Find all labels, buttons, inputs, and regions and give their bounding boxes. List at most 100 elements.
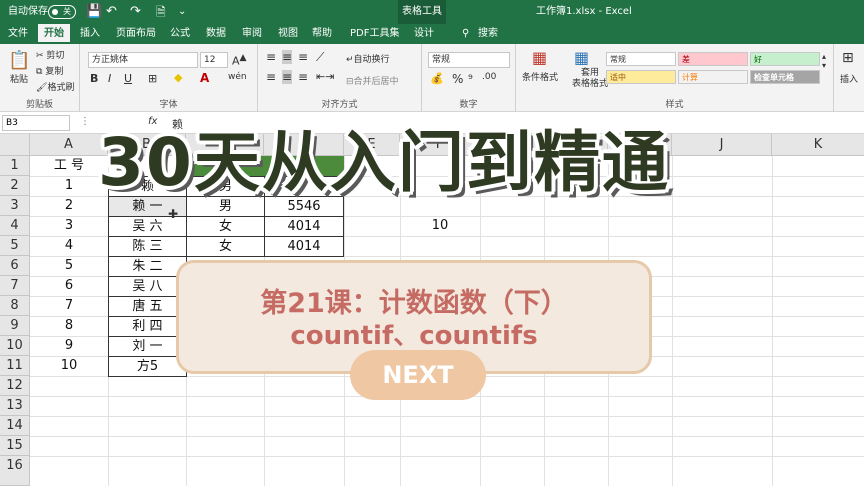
cell-a7[interactable]: 6	[30, 276, 108, 296]
tab-view[interactable]: 视图	[278, 24, 298, 44]
styles-scroll-icon[interactable]: ▴ ▾	[822, 52, 826, 70]
cell-a2[interactable]: 1	[30, 176, 108, 196]
align-left-icon[interactable]: ≡	[266, 70, 276, 84]
redo-icon[interactable]: ↷	[130, 0, 141, 24]
wrap-text-button[interactable]: ↵自动换行	[346, 52, 390, 65]
tab-file[interactable]: 文件	[8, 24, 28, 44]
phonetic-icon[interactable]: wén	[228, 72, 247, 82]
table-format-icon[interactable]: ▦	[574, 48, 589, 67]
tab-review[interactable]: 审阅	[242, 24, 262, 44]
cell-a3[interactable]: 2	[30, 196, 108, 216]
row-header-2[interactable]: 2	[0, 176, 30, 196]
cell-a10[interactable]: 9	[30, 336, 108, 356]
row-header-9[interactable]: 9	[0, 316, 30, 336]
insert-button[interactable]: 插入	[840, 72, 858, 85]
row-header-14[interactable]: 14	[0, 416, 30, 436]
search-icon[interactable]: ⚲	[462, 24, 469, 44]
cell-b5[interactable]: 陈 三	[108, 236, 187, 257]
cell-a1[interactable]: 工 号	[30, 156, 108, 176]
formula-options-icon[interactable]: ⋮	[80, 116, 90, 127]
row-header-8[interactable]: 8	[0, 296, 30, 316]
customize-icon[interactable]: ⌄	[178, 0, 186, 24]
tab-home[interactable]: 开始	[38, 24, 70, 44]
row-header-1[interactable]: 1	[0, 156, 30, 176]
row-header-7[interactable]: 7	[0, 276, 30, 296]
bold-button[interactable]: B	[90, 72, 98, 85]
font-color-icon[interactable]: A	[200, 71, 209, 85]
column-header-k[interactable]: K	[772, 134, 864, 156]
save-icon[interactable]: 💾	[86, 0, 102, 24]
fill-color-icon[interactable]: ◆	[174, 71, 182, 84]
grow-font-icon[interactable]: A▲	[232, 52, 247, 68]
comma-icon[interactable]: ⁹	[468, 72, 473, 86]
cell-b11[interactable]: 方5	[108, 356, 187, 377]
column-header-a[interactable]: A	[30, 134, 108, 156]
cell-d4[interactable]: 4014	[264, 216, 344, 237]
row-header-11[interactable]: 11	[0, 356, 30, 376]
cell-f4[interactable]: 10	[400, 216, 480, 236]
copy-button[interactable]: ⧉ 复制	[36, 64, 63, 77]
cell-d5[interactable]: 4014	[264, 236, 344, 257]
underline-button[interactable]: U	[124, 72, 132, 85]
style-check-cell[interactable]: 检查单元格	[750, 70, 820, 84]
tab-help[interactable]: 帮助	[312, 24, 332, 44]
cell-a8[interactable]: 7	[30, 296, 108, 316]
insert-icon[interactable]: ⊞	[842, 50, 854, 66]
cell-a4[interactable]: 3	[30, 216, 108, 236]
cell-c4[interactable]: 女	[186, 216, 265, 237]
italic-button[interactable]: I	[108, 72, 111, 85]
cell-b6[interactable]: 朱 二	[108, 256, 187, 277]
document-icon[interactable]: 🗎	[156, 0, 166, 24]
row-header-6[interactable]: 6	[0, 256, 30, 276]
decimal-icon[interactable]: .00	[482, 72, 496, 82]
orientation-icon[interactable]: ⟋	[316, 50, 324, 65]
row-header-16[interactable]: 16	[0, 456, 30, 486]
row-header-3[interactable]: 3	[0, 196, 30, 216]
tab-data[interactable]: 数据	[206, 24, 226, 44]
row-header-15[interactable]: 15	[0, 436, 30, 456]
style-good[interactable]: 好	[750, 52, 820, 66]
tab-pdf-tools[interactable]: PDF工具集	[350, 24, 399, 44]
currency-icon[interactable]: 💰	[430, 72, 444, 85]
row-header-4[interactable]: 4	[0, 216, 30, 236]
percent-icon[interactable]: %	[452, 72, 463, 86]
tab-search[interactable]: 搜索	[478, 24, 498, 44]
cell-a6[interactable]: 5	[30, 256, 108, 276]
tab-page-layout[interactable]: 页面布局	[116, 24, 156, 44]
align-top-icon[interactable]: ≡	[266, 50, 276, 64]
font-size-select[interactable]: 12	[200, 52, 228, 68]
row-header-5[interactable]: 5	[0, 236, 30, 256]
conditional-format-button[interactable]: 条件格式	[522, 70, 558, 83]
style-neutral[interactable]: 适中	[606, 70, 676, 84]
tab-formulas[interactable]: 公式	[170, 24, 190, 44]
style-bad[interactable]: 差	[678, 52, 748, 66]
row-header-13[interactable]: 13	[0, 396, 30, 416]
table-format-button[interactable]: 套用 表格格式	[572, 68, 608, 90]
style-normal[interactable]: 常规	[606, 52, 676, 66]
cell-a11[interactable]: 10	[30, 356, 108, 376]
name-box[interactable]: B3	[2, 115, 70, 131]
autosave-toggle[interactable]: 关	[48, 5, 76, 19]
number-format-select[interactable]: 常规	[428, 52, 510, 68]
cut-button[interactable]: ✂ 剪切	[36, 48, 64, 61]
conditional-format-icon[interactable]: ▦	[532, 48, 547, 67]
merge-center-button[interactable]: ⊟合并后居中	[346, 74, 399, 87]
row-header-12[interactable]: 12	[0, 376, 30, 396]
style-calculation[interactable]: 计算	[678, 70, 748, 84]
align-right-icon[interactable]: ≡	[298, 70, 308, 84]
cell-a9[interactable]: 8	[30, 316, 108, 336]
cell-a5[interactable]: 4	[30, 236, 108, 256]
tab-design[interactable]: 设计	[414, 24, 434, 44]
format-painter-button[interactable]: 🖌格式刷	[36, 80, 74, 93]
cell-c5[interactable]: 女	[186, 236, 265, 257]
align-center-icon[interactable]: ≡	[282, 70, 293, 84]
tab-insert[interactable]: 插入	[80, 24, 100, 44]
next-button[interactable]: NEXT	[350, 350, 486, 400]
row-header-10[interactable]: 10	[0, 336, 30, 356]
font-name-select[interactable]: 方正姚体	[88, 52, 198, 68]
align-bottom-icon[interactable]: ≡	[298, 50, 308, 64]
align-middle-icon[interactable]: ≡	[282, 50, 293, 64]
select-all-corner[interactable]	[0, 134, 30, 156]
paste-icon[interactable]: 📋	[8, 50, 30, 71]
undo-icon[interactable]: ↶	[106, 0, 117, 24]
